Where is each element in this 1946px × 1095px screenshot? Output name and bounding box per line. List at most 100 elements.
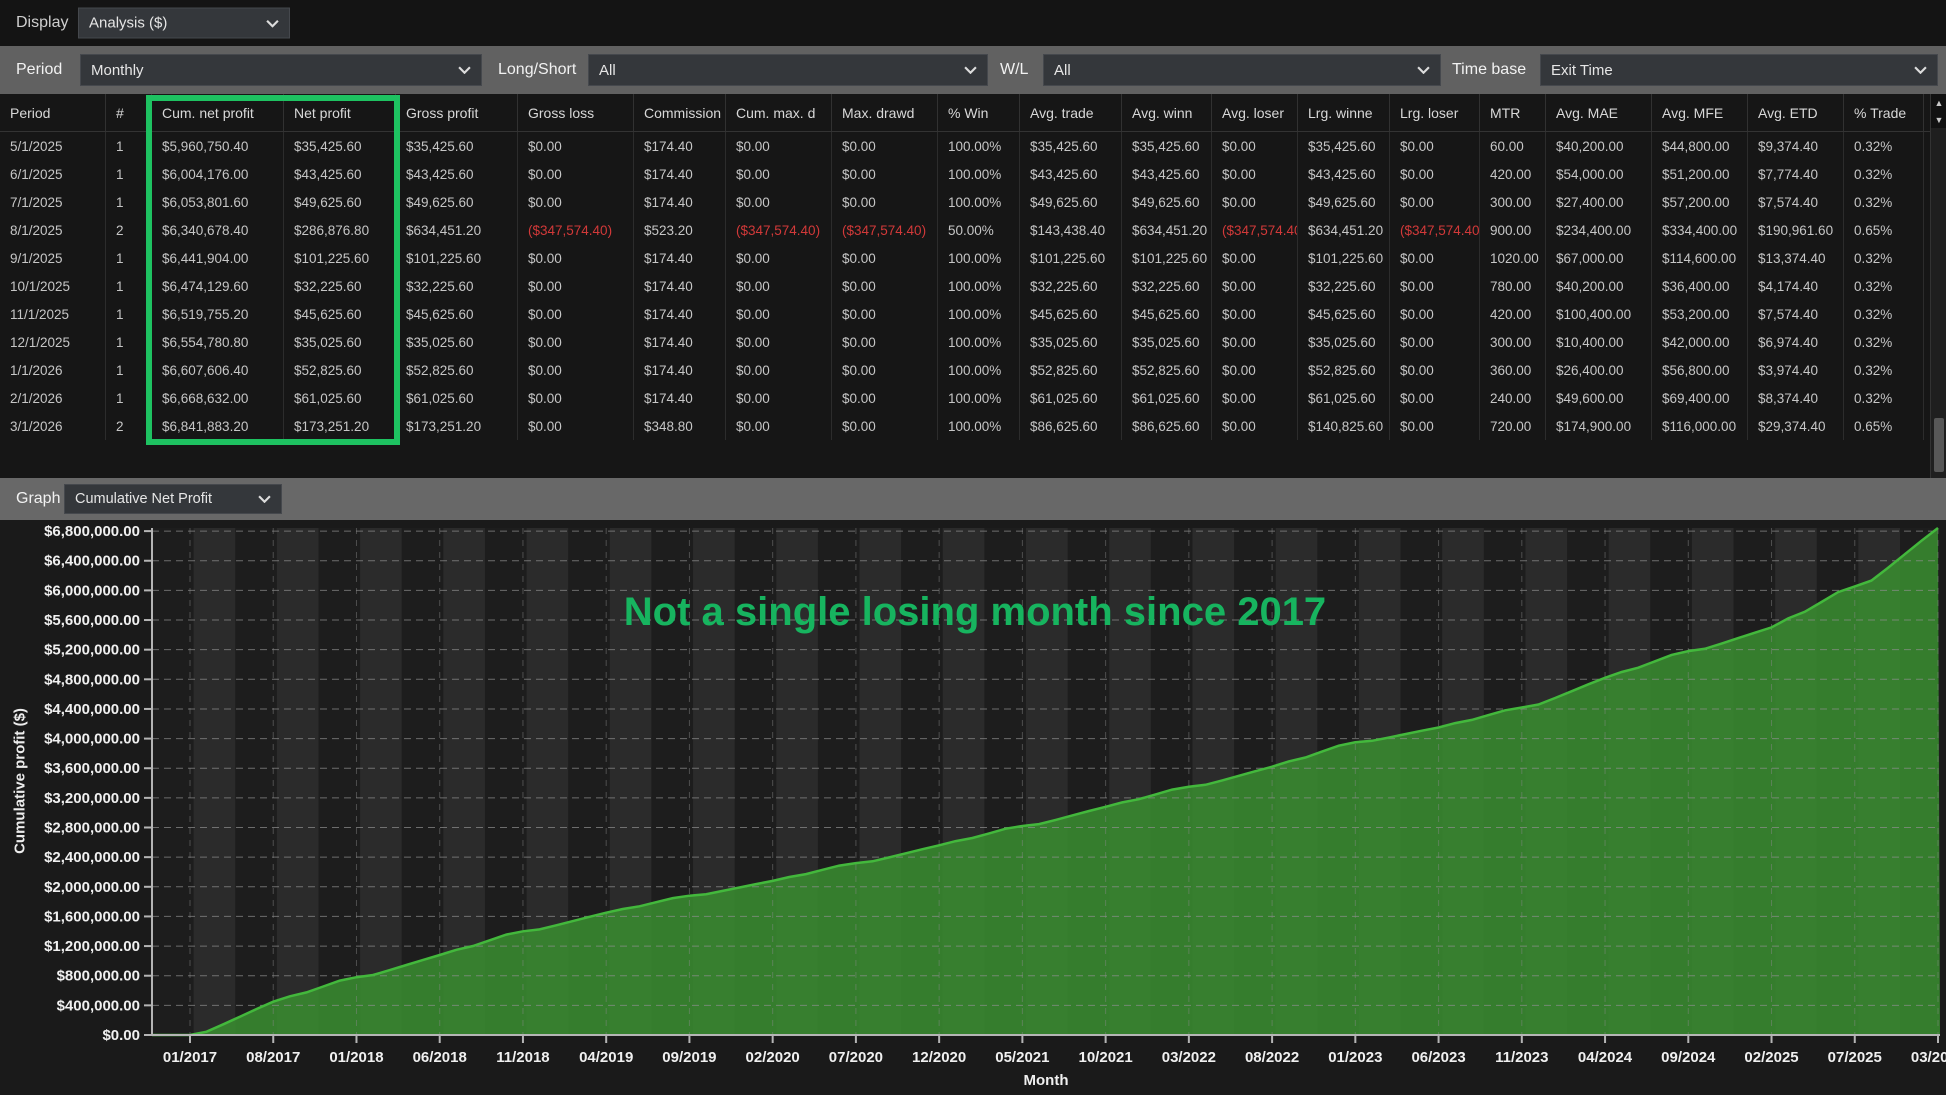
cell: 780.00 — [1480, 272, 1546, 300]
table-row[interactable]: 7/1/20251$6,053,801.60$49,625.60$49,625.… — [0, 188, 1946, 216]
cell: $40,200.00 — [1546, 272, 1652, 300]
scrollbar-thumb[interactable] — [1934, 418, 1944, 472]
cell: $0.00 — [832, 328, 938, 356]
column-header[interactable]: Avg. winn — [1122, 94, 1212, 131]
cell: $7,574.40 — [1748, 188, 1844, 216]
wl-dropdown[interactable]: All — [1043, 54, 1441, 86]
cell: 10/1/2025 — [0, 272, 106, 300]
cell: 60.00 — [1480, 132, 1546, 160]
x-tick-label: 02/2020 — [746, 1049, 800, 1066]
column-header[interactable]: Lrg. loser — [1390, 94, 1480, 131]
cell: $35,025.60 — [284, 328, 396, 356]
column-header[interactable]: Cum. net profit — [152, 94, 284, 131]
table-row[interactable]: 1/1/20261$6,607,606.40$52,825.60$52,825.… — [0, 356, 1946, 384]
cell: $0.00 — [1212, 384, 1298, 412]
time-base-dropdown[interactable]: Exit Time — [1540, 54, 1938, 86]
cell: $634,451.20 — [1122, 216, 1212, 244]
cell: 100.00% — [938, 328, 1020, 356]
y-tick-label: $4,000,000.00 — [44, 731, 140, 748]
graph-dropdown-value: Cumulative Net Profit — [75, 491, 212, 507]
cell: $35,425.60 — [1020, 132, 1122, 160]
cell: $36,400.00 — [1652, 272, 1748, 300]
cell: $49,625.60 — [1298, 188, 1390, 216]
column-header[interactable]: Gross profit — [396, 94, 518, 131]
column-header[interactable]: MTR — [1480, 94, 1546, 131]
table-row[interactable]: 2/1/20261$6,668,632.00$61,025.60$61,025.… — [0, 384, 1946, 412]
column-header[interactable]: Commission — [634, 94, 726, 131]
cell: 420.00 — [1480, 300, 1546, 328]
table-scrollbar[interactable]: ▲ ▼ — [1930, 94, 1946, 478]
cell: 100.00% — [938, 300, 1020, 328]
table-row[interactable]: 8/1/20252$6,340,678.40$286,876.80$634,45… — [0, 216, 1946, 244]
column-header[interactable]: Avg. loser — [1212, 94, 1298, 131]
chevron-down-icon — [458, 66, 471, 74]
cell: $61,025.60 — [1298, 384, 1390, 412]
y-tick-label: $6,000,000.00 — [44, 582, 140, 599]
display-dropdown[interactable]: Analysis ($) — [78, 8, 290, 39]
cell: $101,225.60 — [1020, 244, 1122, 272]
column-header[interactable]: Net profit — [284, 94, 396, 131]
table-row[interactable]: 3/1/20262$6,841,883.20$173,251.20$173,25… — [0, 412, 1946, 440]
cell: $45,625.60 — [284, 300, 396, 328]
column-header[interactable]: Avg. ETD — [1748, 94, 1844, 131]
cell: 420.00 — [1480, 160, 1546, 188]
column-header[interactable]: Max. drawd — [832, 94, 938, 131]
cell: $7,774.40 — [1748, 160, 1844, 188]
cell: $86,625.60 — [1122, 412, 1212, 440]
x-tick-label: 04/2024 — [1578, 1049, 1633, 1066]
table-row[interactable]: 12/1/20251$6,554,780.80$35,025.60$35,025… — [0, 328, 1946, 356]
cell: $0.00 — [726, 188, 832, 216]
table-row[interactable]: 10/1/20251$6,474,129.60$32,225.60$32,225… — [0, 272, 1946, 300]
cell: $13,374.40 — [1748, 244, 1844, 272]
cell: $6,554,780.80 — [152, 328, 284, 356]
cell: 12/1/2025 — [0, 328, 106, 356]
column-header[interactable]: Avg. MFE — [1652, 94, 1748, 131]
scroll-down-icon[interactable]: ▼ — [1931, 111, 1946, 128]
column-header[interactable]: Lrg. winne — [1298, 94, 1390, 131]
x-tick-label: 01/2017 — [163, 1049, 217, 1066]
long-short-dropdown[interactable]: All — [588, 54, 988, 86]
cell: $0.00 — [518, 412, 634, 440]
cell: $56,800.00 — [1652, 356, 1748, 384]
cell: $35,425.60 — [1122, 132, 1212, 160]
cell: $35,025.60 — [1122, 328, 1212, 356]
y-tick-label: $3,600,000.00 — [44, 760, 140, 777]
column-header[interactable]: Gross loss — [518, 94, 634, 131]
table-row[interactable]: 9/1/20251$6,441,904.00$101,225.60$101,22… — [0, 244, 1946, 272]
column-header[interactable]: % Win — [938, 94, 1020, 131]
cell: ($347,574.40) — [726, 216, 832, 244]
background-band — [277, 528, 319, 1035]
cell: $174.40 — [634, 356, 726, 384]
period-dropdown[interactable]: Monthly — [80, 54, 482, 86]
column-header[interactable]: # — [106, 94, 152, 131]
cell: 50.00% — [938, 216, 1020, 244]
table-row[interactable]: 6/1/20251$6,004,176.00$43,425.60$43,425.… — [0, 160, 1946, 188]
cell: $49,625.60 — [284, 188, 396, 216]
cell: $35,025.60 — [1020, 328, 1122, 356]
table-row[interactable]: 11/1/20251$6,519,755.20$45,625.60$45,625… — [0, 300, 1946, 328]
cell: $140,825.60 — [1298, 412, 1390, 440]
column-header[interactable]: Period — [0, 94, 106, 131]
cell: $43,425.60 — [1298, 160, 1390, 188]
wl-label: W/L — [1000, 61, 1028, 79]
cell: $334,400.00 — [1652, 216, 1748, 244]
analysis-window: Display Analysis ($) Period Monthly Long… — [0, 0, 1946, 1095]
scroll-up-icon[interactable]: ▲ — [1931, 94, 1946, 111]
column-header[interactable]: Avg. trade — [1020, 94, 1122, 131]
graph-dropdown[interactable]: Cumulative Net Profit — [64, 484, 282, 514]
column-header[interactable]: Cum. max. d — [726, 94, 832, 131]
cell: 2 — [106, 216, 152, 244]
cell: $35,025.60 — [1298, 328, 1390, 356]
cell: $0.00 — [726, 412, 832, 440]
table-row[interactable]: 5/1/20251$5,960,750.40$35,425.60$35,425.… — [0, 132, 1946, 160]
cell: $35,025.60 — [396, 328, 518, 356]
cell: $0.00 — [726, 328, 832, 356]
y-tick-label: $1,600,000.00 — [44, 908, 140, 925]
y-axis-title: Cumulative profit ($) — [12, 708, 29, 854]
cell: $0.00 — [518, 132, 634, 160]
column-header[interactable]: Avg. MAE — [1546, 94, 1652, 131]
cell: $0.00 — [726, 244, 832, 272]
cell: 1 — [106, 356, 152, 384]
period-label: Period — [16, 61, 62, 79]
column-header[interactable]: % Trade — [1844, 94, 1924, 131]
